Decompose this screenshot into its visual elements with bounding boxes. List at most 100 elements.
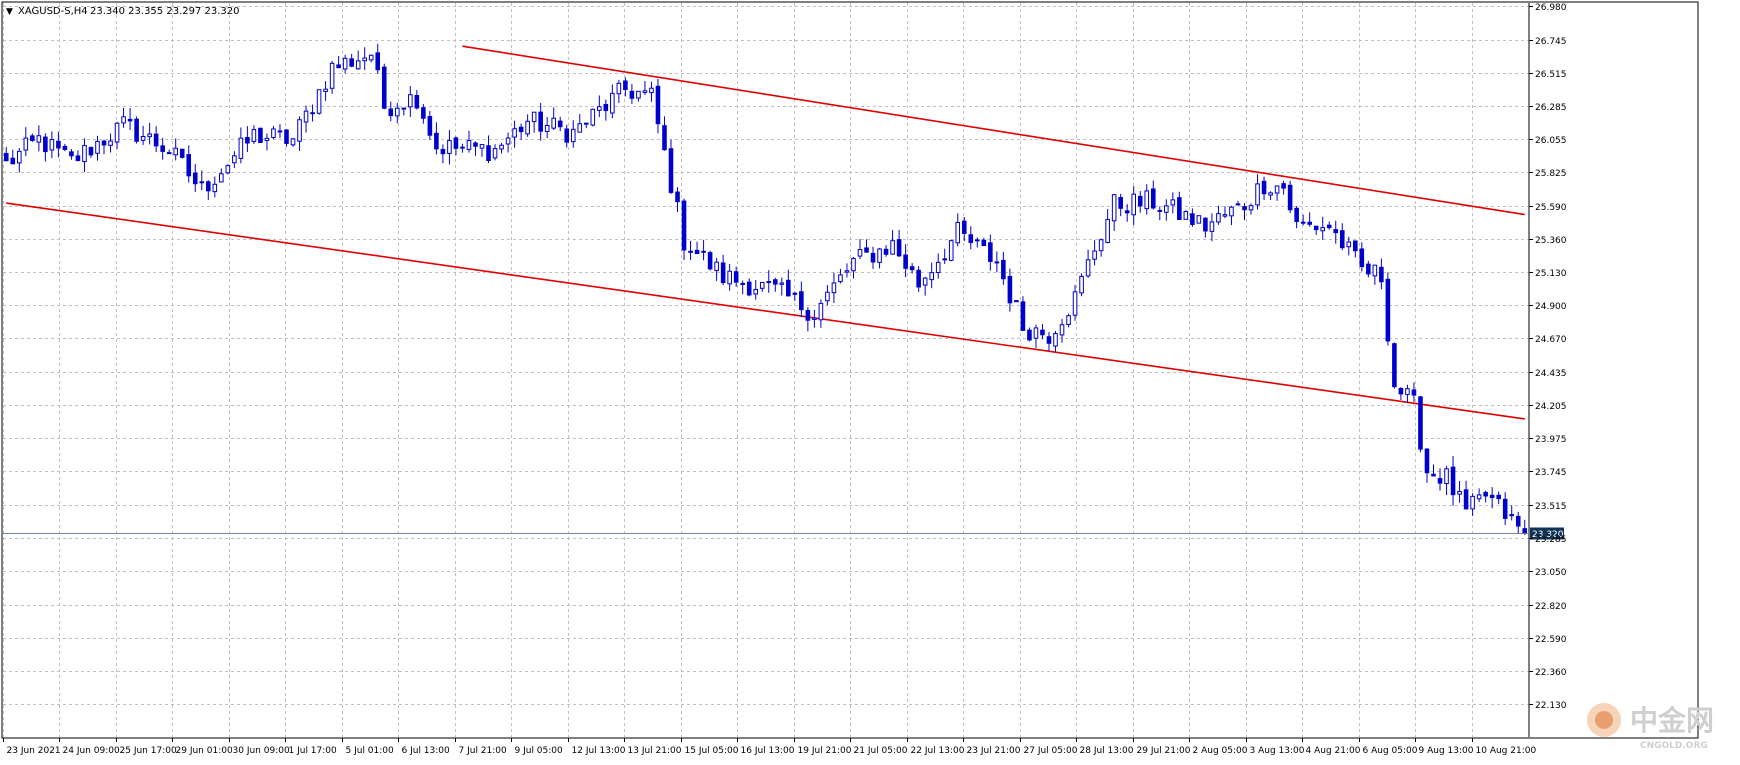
candle-body-down xyxy=(401,107,407,110)
candle-body-down xyxy=(421,107,426,119)
ohlc-label: 23.340 23.355 23.297 23.320 xyxy=(90,6,240,17)
price-tick-label: 26.285 xyxy=(1535,103,1567,113)
candle-body-down xyxy=(792,292,798,295)
candle-body-up xyxy=(1098,239,1104,252)
candle-body-down xyxy=(375,52,381,71)
candle-body-down xyxy=(746,281,752,296)
candle-body-down xyxy=(1307,221,1312,225)
candle-body-down xyxy=(903,254,908,269)
candle-body-down xyxy=(896,239,902,257)
candle-body-down xyxy=(694,249,700,255)
candle-body-down xyxy=(166,152,172,155)
time-tick-label: 2 Aug 05:00 xyxy=(1193,746,1248,756)
candle-body-down xyxy=(1483,491,1488,497)
candle-body-down xyxy=(988,242,993,262)
candle-body-down xyxy=(1124,210,1130,214)
candle-body-up xyxy=(838,274,843,283)
candle-body-down xyxy=(1353,240,1358,252)
candle-body-down xyxy=(160,145,165,152)
candle-body-down xyxy=(1300,221,1306,224)
candle-body-down xyxy=(127,118,133,122)
candle-body-up xyxy=(277,130,283,133)
candle-body-down xyxy=(707,252,713,270)
candle-body-up xyxy=(408,94,413,108)
candle-body-down xyxy=(284,129,289,144)
candle-body-down xyxy=(655,85,661,125)
candle-body-down xyxy=(153,133,159,147)
chart-header: ▼ XAGUSD-S,H4 23.340 23.355 23.297 23.32… xyxy=(6,6,240,17)
candle-body-down xyxy=(733,271,739,283)
candle-body-down xyxy=(1392,343,1397,388)
candle-body-up xyxy=(1268,192,1273,196)
candle-body-up xyxy=(225,165,231,174)
candle-body-up xyxy=(1053,333,1058,347)
candle-body-up xyxy=(238,137,244,159)
candle-body-down xyxy=(1190,213,1195,225)
candle-body-up xyxy=(1320,227,1326,232)
price-tick-label: 22.130 xyxy=(1535,701,1567,711)
candle-body-up xyxy=(590,108,596,126)
candle-body-down xyxy=(1203,217,1208,232)
price-tick-label: 22.590 xyxy=(1535,635,1567,645)
candle-body-up xyxy=(727,270,732,285)
price-tick-label: 26.055 xyxy=(1535,136,1567,146)
candle-body-up xyxy=(1157,209,1163,212)
candle-body-up xyxy=(714,261,719,272)
candle-body-up xyxy=(570,128,576,143)
logo-inner-icon xyxy=(1595,711,1613,729)
candle-body-down xyxy=(43,136,48,153)
candle-body-up xyxy=(1072,291,1078,316)
time-tick-label: 9 Jul 05:00 xyxy=(515,746,564,756)
candle-body-down xyxy=(1359,248,1365,268)
candle-body-up xyxy=(147,133,152,138)
candle-body-down xyxy=(1007,275,1013,304)
candle-body-down xyxy=(1313,225,1319,231)
candle-body-down xyxy=(440,148,446,155)
candle-body-up xyxy=(753,289,759,295)
candle-body-up xyxy=(290,138,296,146)
price-tick-label: 26.515 xyxy=(1535,70,1567,80)
candle-body-down xyxy=(1261,180,1267,195)
candle-body-up xyxy=(597,106,602,111)
candle-body-up xyxy=(1085,259,1091,277)
time-tick-label: 23 Jul 21:00 xyxy=(967,746,1021,756)
candle-body-down xyxy=(258,127,263,143)
time-tick-label: 12 Jul 13:00 xyxy=(572,746,626,756)
chart-window[interactable]: 23.320 26.980 26.745 26.515 26.285 26.055 25.… xyxy=(0,0,1740,761)
candle-body-up xyxy=(251,129,257,142)
candle-body-down xyxy=(1450,466,1456,496)
candle-body-down xyxy=(916,269,921,288)
time-tick-label: 25 Jun 17:00 xyxy=(120,746,177,756)
candle-body-down xyxy=(1001,259,1006,280)
candle-body-down xyxy=(975,239,980,242)
candle-body-up xyxy=(316,89,322,114)
candle-body-down xyxy=(583,122,589,125)
candle-body-up xyxy=(466,140,472,150)
time-tick-label: 9 Aug 13:00 xyxy=(1419,746,1474,756)
time-tick-label: 15 Jul 05:00 xyxy=(685,746,739,756)
candle-body-up xyxy=(1229,206,1234,217)
time-tick-label: 19 Jul 21:00 xyxy=(798,746,852,756)
candle-body-down xyxy=(179,148,185,158)
candle-body-up xyxy=(271,128,276,138)
candle-body-up xyxy=(877,248,882,263)
candle-body-down xyxy=(1177,197,1182,221)
candle-body-up xyxy=(36,135,42,143)
candle-body-down xyxy=(1281,183,1286,189)
price-tick-label: 23.050 xyxy=(1535,568,1567,578)
time-tick-label: 3 Aug 13:00 xyxy=(1250,746,1305,756)
time-tick-label: 24 Jun 09:00 xyxy=(63,746,120,756)
candle-body-up xyxy=(368,54,374,61)
candle-body-down xyxy=(486,145,491,162)
time-tick-label: 23 Jun 2021 xyxy=(7,746,61,756)
candle-body-down xyxy=(1366,263,1371,275)
price-tick-label: 22.360 xyxy=(1535,668,1567,678)
candle-body-up xyxy=(219,173,224,183)
price-chart[interactable]: 23.320 26.98026.74526.51526.28526.05525.… xyxy=(0,0,1740,761)
time-axis: 23 Jun 2021 24 Jun 09:00 25 Jun 17:0029 Ju… xyxy=(3,737,1536,756)
candle-body-up xyxy=(1509,514,1514,517)
candle-body-down xyxy=(1339,230,1345,249)
time-tick-label: 28 Jul 13:00 xyxy=(1080,746,1134,756)
menu-arrow-icon[interactable]: ▼ xyxy=(6,7,13,17)
candle-body-down xyxy=(805,310,811,321)
